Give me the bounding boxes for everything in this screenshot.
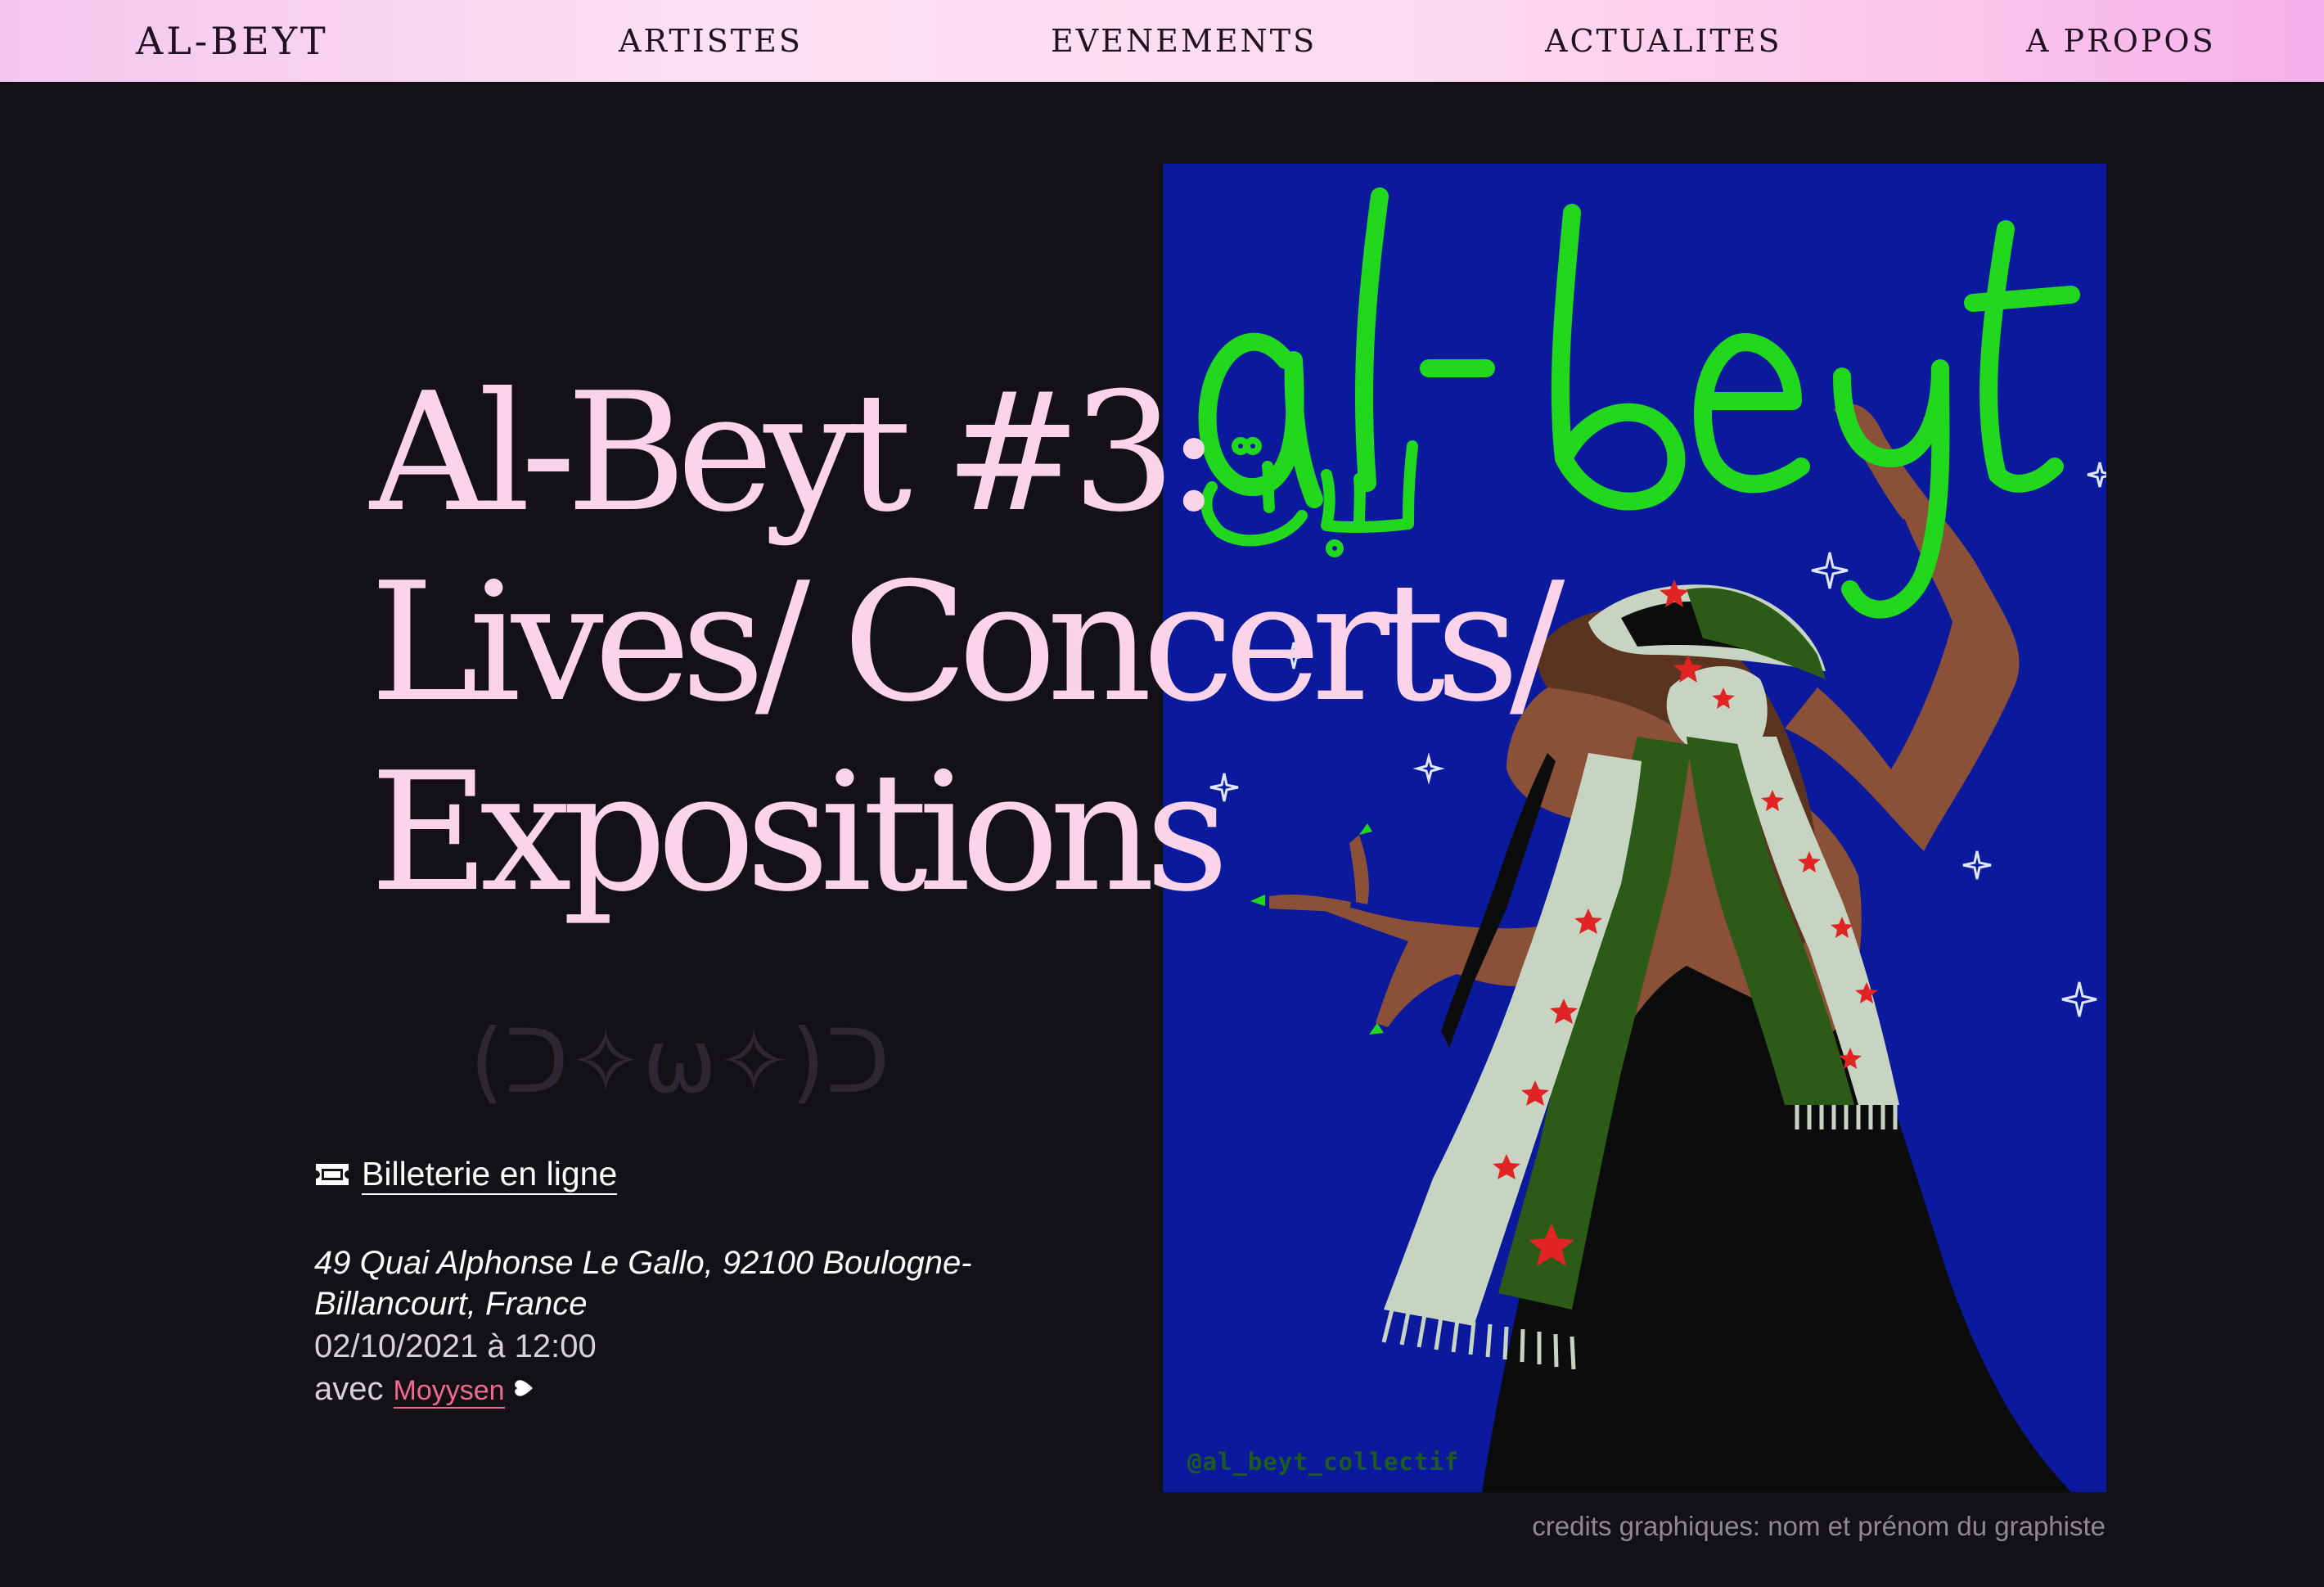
event-title-line-3: Expositions (370, 737, 1229, 928)
event-title-line-2: Lives/ Concerts/ (370, 548, 1565, 738)
ticket-icon (316, 1164, 349, 1185)
online-ticketing-link[interactable]: Billeterie en ligne (314, 1151, 618, 1198)
nav-link-a-propos[interactable]: A PROPOS (2026, 18, 2216, 64)
decorative-kaomoji: (ᑐ✧ω✧)ᑐ (470, 1011, 890, 1113)
nav-link-evenements[interactable]: EVENEMENTS (1051, 18, 1317, 64)
event-artists-line: avec Moyysen (314, 1368, 536, 1409)
nav-link-actualites[interactable]: ACTUALITES (1545, 18, 1782, 64)
event-address: 49 Quai Alphonse Le Gallo, 92100 Boulogn… (314, 1245, 972, 1322)
graphic-credits: credits graphiques: nom et prénom du gra… (1532, 1511, 2106, 1541)
poster-instagram-handle: @al_beyt_collectif (1187, 1448, 1460, 1476)
with-label: avec (314, 1371, 384, 1407)
event-datetime: 02/10/2021 à 12:00 (314, 1328, 597, 1364)
online-ticketing-label: Billeterie en ligne (362, 1154, 618, 1195)
top-navigation: AL-BEYT ARTISTES EVENEMENTS ACTUALITES A… (0, 0, 2324, 82)
artist-link-moyysen[interactable]: Moyysen (393, 1374, 505, 1409)
heart-icon (514, 1380, 533, 1396)
site-logo-link[interactable]: AL-BEYT (136, 18, 329, 64)
event-title-line-1: Al-Beyt #3: (370, 358, 1221, 548)
nav-link-artistes[interactable]: ARTISTES (619, 18, 803, 64)
event-title: Al-Beyt #3: Lives/ Concerts/ Expositions (370, 358, 1597, 928)
